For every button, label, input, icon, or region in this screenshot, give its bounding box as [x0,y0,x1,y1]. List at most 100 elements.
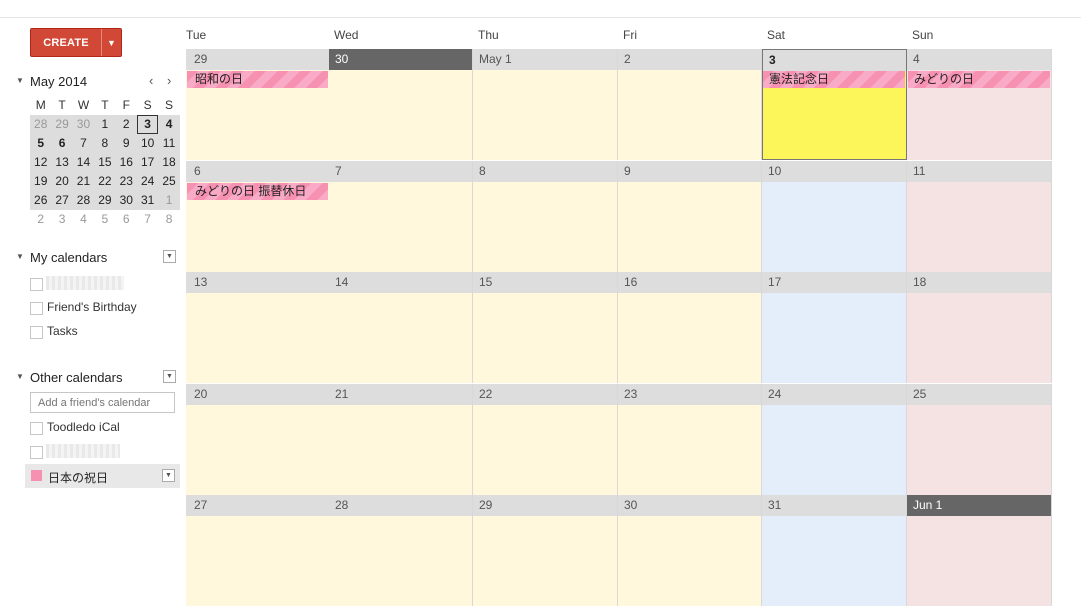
day-cell[interactable]: 14 [329,272,473,383]
mini-day[interactable]: 22 [94,172,115,191]
day-number[interactable]: 15 [473,272,617,293]
add-friend-calendar-input[interactable] [30,392,175,413]
day-number[interactable]: 11 [907,161,1051,182]
my-calendar-item-hidden[interactable] [30,276,180,292]
day-cell[interactable]: 30 [329,49,473,160]
mini-day[interactable]: 27 [51,191,72,210]
create-button[interactable]: CREATE ▼ [30,28,122,57]
day-number[interactable]: May 1 [473,49,617,70]
mini-day[interactable]: 19 [30,172,51,191]
day-number[interactable]: 30 [618,495,761,516]
mini-day[interactable]: 21 [73,172,94,191]
mini-day[interactable]: 7 [73,134,94,153]
day-number[interactable]: 10 [762,161,906,182]
mini-day[interactable]: 2 [116,115,137,134]
calendar-checkbox[interactable] [30,446,43,459]
mini-day-today[interactable]: 3 [136,115,159,134]
mini-day[interactable]: 24 [137,172,158,191]
mini-day[interactable]: 4 [73,210,94,229]
day-cell[interactable]: 2 [618,49,762,160]
mini-day[interactable]: 1 [158,191,179,210]
calendar-checkbox[interactable] [30,278,43,291]
calendar-checkbox[interactable] [30,302,43,315]
day-number[interactable]: 2 [618,49,761,70]
day-number[interactable]: 9 [618,161,761,182]
calendar-checkbox[interactable] [30,422,43,435]
mini-day[interactable]: 25 [158,172,179,191]
mini-day[interactable]: 5 [94,210,115,229]
other-calendars-header[interactable]: ▼ Other calendars ▼ [16,370,176,386]
my-calendar-item-tasks[interactable]: Tasks [30,324,180,340]
mini-day[interactable]: 8 [158,210,179,229]
mini-day[interactable]: 3 [51,210,72,229]
holiday-event-chip[interactable]: 憲法記念日 [763,71,905,88]
calendar-color-swatch[interactable] [31,470,42,481]
day-number[interactable]: 27 [186,495,329,516]
other-calendar-item-toodledo[interactable]: Toodledo iCal [30,420,180,436]
mini-day[interactable]: 23 [116,172,137,191]
holiday-event-chip[interactable]: 昭和の日 [187,71,328,88]
mini-day[interactable]: 4 [158,115,179,134]
day-cell[interactable]: 13 [186,272,330,383]
day-number[interactable]: 24 [762,384,906,405]
day-number[interactable]: 28 [329,495,472,516]
day-cell[interactable]: 17 [762,272,907,383]
day-cell[interactable]: 4 [907,49,1052,160]
day-cell[interactable]: 23 [618,384,762,495]
day-number[interactable]: 4 [907,49,1051,70]
day-number[interactable]: 16 [618,272,761,293]
day-cell[interactable]: 16 [618,272,762,383]
mini-day[interactable]: 20 [51,172,72,191]
mini-day[interactable]: 28 [73,191,94,210]
holiday-event-chip[interactable]: みどりの日 振替休日 [187,183,328,200]
day-number[interactable]: 30 [329,49,472,70]
mini-day[interactable]: 17 [137,153,158,172]
mini-day[interactable]: 31 [137,191,158,210]
day-number[interactable]: 29 [473,495,617,516]
day-number[interactable]: 13 [186,272,329,293]
day-number[interactable]: 21 [329,384,472,405]
mini-day[interactable]: 13 [51,153,72,172]
my-calendar-item-friends-birthday[interactable]: Friend's Birthday [30,300,180,316]
day-number[interactable]: 18 [907,272,1051,293]
day-number[interactable]: 7 [329,161,472,182]
day-cell[interactable]: 30 [618,495,762,606]
day-cell-today[interactable]: 3 [762,49,907,160]
collapse-triangle-icon[interactable]: ▼ [16,252,24,261]
mini-day[interactable]: 12 [30,153,51,172]
day-cell[interactable]: 10 [762,161,907,272]
mini-day[interactable]: 6 [116,210,137,229]
calendar-menu-icon[interactable]: ▼ [162,469,175,482]
calendar-checkbox[interactable] [30,326,43,339]
day-cell[interactable]: 20 [186,384,330,495]
other-calendar-item-japanese-holidays[interactable]: 日本の祝日 ▼ [25,464,180,488]
day-cell[interactable]: 21 [329,384,473,495]
create-dropdown-arrow-icon[interactable]: ▼ [102,38,121,48]
day-cell[interactable]: May 1 [473,49,618,160]
mini-day[interactable]: 9 [116,134,137,153]
my-calendars-header[interactable]: ▼ My calendars ▼ [16,250,176,266]
mini-day[interactable]: 28 [30,115,51,134]
day-number[interactable]: 8 [473,161,617,182]
mini-day[interactable]: 26 [30,191,51,210]
mini-day[interactable]: 7 [137,210,158,229]
day-number[interactable]: Jun 1 [907,495,1051,516]
day-number[interactable]: 22 [473,384,617,405]
other-calendars-menu-icon[interactable]: ▼ [163,370,176,383]
mini-day[interactable]: 10 [137,134,158,153]
day-cell[interactable]: 6 [186,161,330,272]
my-calendars-menu-icon[interactable]: ▼ [163,250,176,263]
mini-day[interactable]: 1 [94,115,115,134]
mini-day[interactable]: 29 [51,115,72,134]
day-number[interactable]: 31 [762,495,906,516]
day-number[interactable]: 25 [907,384,1051,405]
collapse-triangle-icon[interactable]: ▼ [16,76,24,85]
mini-day[interactable]: 18 [158,153,179,172]
mini-prev-month-icon[interactable]: ‹ [149,73,153,88]
day-cell[interactable]: 29 [473,495,618,606]
mini-day[interactable]: 29 [94,191,115,210]
mini-day[interactable]: 16 [116,153,137,172]
mini-day[interactable]: 14 [73,153,94,172]
day-number[interactable]: 23 [618,384,761,405]
day-cell[interactable]: 24 [762,384,907,495]
